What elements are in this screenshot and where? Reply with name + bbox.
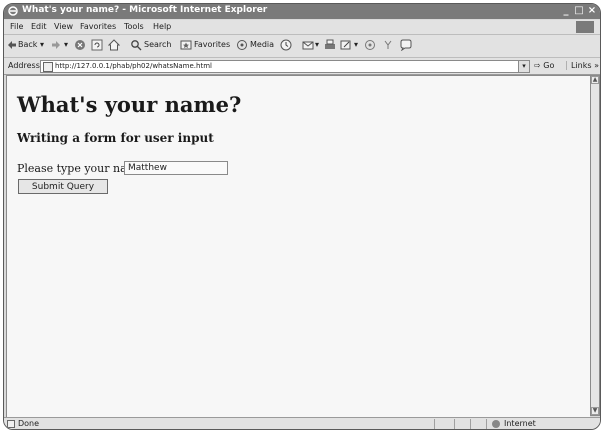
window-title: What's your name? - Microsoft Internet E… — [22, 5, 268, 15]
scroll-down-icon[interactable]: ▼ — [591, 407, 599, 415]
menu-edit[interactable]: Edit — [31, 22, 47, 31]
scroll-up-icon[interactable]: ▲ — [591, 76, 599, 84]
page-icon — [43, 62, 53, 72]
messenger-icon[interactable] — [400, 39, 412, 51]
mail-icon[interactable] — [302, 39, 314, 51]
research-icon[interactable] — [382, 39, 394, 51]
forward-dropdown-icon[interactable]: ▾ — [64, 40, 68, 49]
menu-help[interactable]: Help — [153, 22, 171, 31]
browser-window: What's your name? - Microsoft Internet E… — [3, 3, 601, 430]
back-button[interactable]: Back — [18, 40, 37, 49]
address-label: Address — [8, 61, 40, 70]
address-bar: Address http://127.0.0.1/phab/ph02/whats… — [4, 58, 600, 75]
back-arrow-icon[interactable] — [6, 39, 18, 51]
address-field[interactable]: http://127.0.0.1/phab/ph02/whatsName.htm… — [40, 60, 530, 73]
status-divider — [486, 419, 487, 429]
address-dropdown-icon[interactable]: ▾ — [518, 61, 529, 72]
status-bar: Done Internet — [4, 417, 600, 429]
status-text: Done — [18, 419, 40, 428]
toolbar: Back ▾ ▾ Search Favorites Media ▾ ▾ — [4, 35, 600, 58]
page-heading: What's your name? — [17, 92, 242, 117]
chevron-right-icon: » — [594, 61, 600, 70]
menu-file[interactable]: File — [10, 22, 23, 31]
search-button[interactable]: Search — [144, 40, 171, 49]
go-arrow-icon: ⇨ — [534, 61, 541, 70]
maximize-button[interactable]: □ — [573, 5, 585, 17]
address-url[interactable]: http://127.0.0.1/phab/ph02/whatsName.htm… — [55, 61, 212, 72]
security-zone: Internet — [504, 419, 536, 428]
submit-query-button[interactable]: Submit Query — [18, 179, 108, 194]
links-label: Links — [571, 61, 592, 70]
windows-logo-icon — [576, 21, 594, 33]
status-divider — [470, 419, 471, 429]
media-icon — [237, 40, 247, 50]
stop-icon[interactable] — [74, 39, 86, 51]
media-button[interactable]: Media — [250, 40, 274, 49]
page-done-icon — [7, 420, 15, 428]
favorites-button[interactable]: Favorites — [194, 40, 230, 49]
close-button[interactable]: × — [586, 5, 598, 17]
mail-dropdown-icon[interactable]: ▾ — [315, 40, 319, 49]
minimize-button[interactable]: _ — [560, 5, 572, 17]
menu-favorites[interactable]: Favorites — [80, 22, 116, 31]
menu-tools[interactable]: Tools — [124, 22, 144, 31]
vertical-scrollbar[interactable]: ▲ ▼ — [590, 75, 600, 416]
history-icon[interactable] — [280, 39, 292, 51]
favorites-icon — [180, 40, 192, 50]
forward-arrow-icon[interactable] — [50, 39, 62, 51]
discuss-icon[interactable] — [364, 39, 376, 51]
home-icon[interactable] — [108, 39, 120, 51]
back-dropdown-icon[interactable]: ▾ — [40, 40, 44, 49]
ie-logo-icon — [8, 6, 18, 16]
status-divider — [454, 419, 455, 429]
title-bar: What's your name? - Microsoft Internet E… — [4, 4, 600, 19]
menu-bar: File Edit View Favorites Tools Help — [4, 20, 600, 35]
edit-dropdown-icon[interactable]: ▾ — [354, 40, 358, 49]
go-button[interactable]: ⇨ Go — [534, 61, 554, 70]
globe-icon — [492, 420, 500, 428]
page-content: What's your name? Writing a form for use… — [6, 75, 590, 418]
status-divider — [434, 419, 435, 429]
menu-view[interactable]: View — [54, 22, 73, 31]
search-icon — [131, 40, 142, 51]
page-subheading: Writing a form for user input — [17, 131, 214, 145]
refresh-icon[interactable] — [91, 39, 103, 51]
go-label: Go — [543, 61, 555, 70]
name-input[interactable] — [124, 161, 228, 175]
edit-icon[interactable] — [340, 39, 352, 51]
print-icon[interactable] — [324, 39, 336, 51]
links-button[interactable]: Links » — [566, 61, 599, 70]
